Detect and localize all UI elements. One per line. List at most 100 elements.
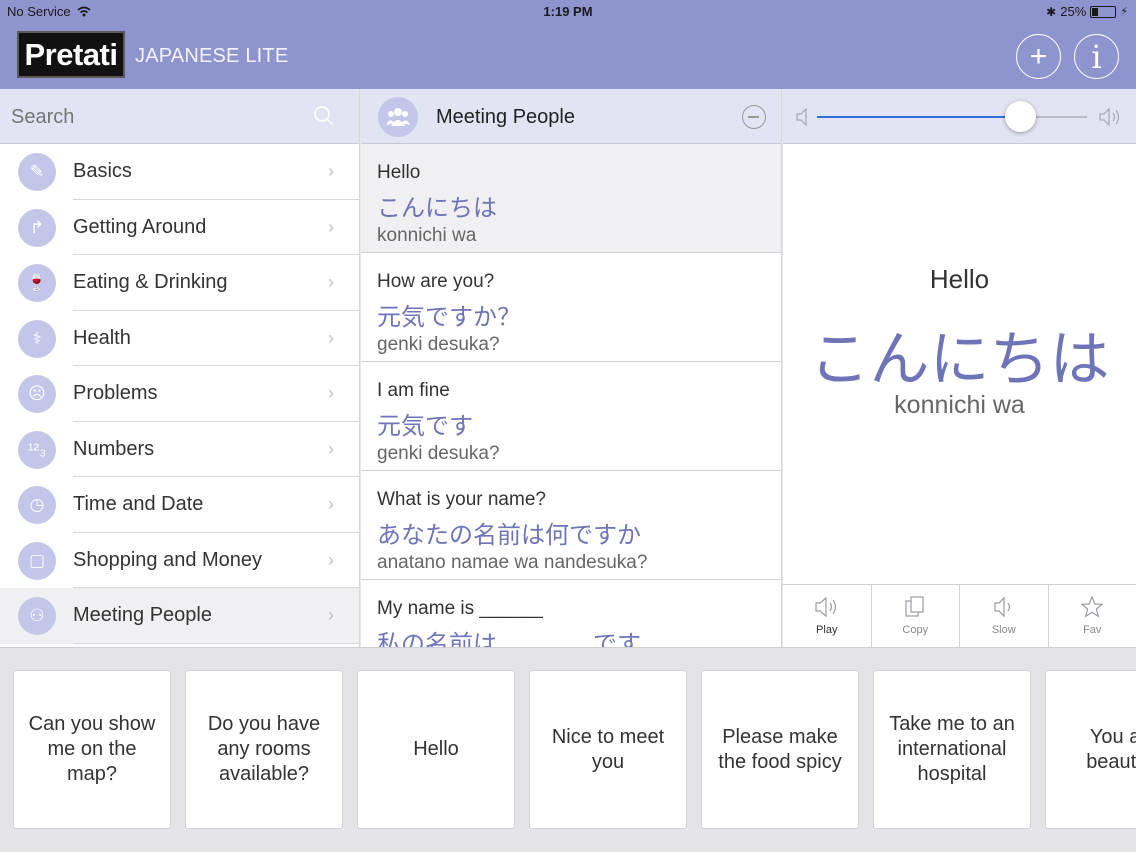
- volume-slider[interactable]: [817, 101, 1087, 132]
- action-label: Copy: [902, 624, 929, 636]
- chevron-right-icon: ›: [328, 383, 334, 403]
- action-label: Fav: [1083, 624, 1102, 636]
- speaker-icon: [815, 594, 839, 620]
- phrase-english: Hello: [377, 162, 421, 183]
- search-bar: [0, 89, 359, 144]
- chevron-right-icon: ›: [328, 216, 334, 237]
- play-button[interactable]: Play: [783, 585, 872, 647]
- detail-english: Hello: [929, 264, 990, 294]
- charging-icon: ⚡: [1120, 6, 1128, 18]
- phrase-tile[interactable]: Take me to an international hospital: [873, 670, 1031, 829]
- search-icon[interactable]: [313, 105, 335, 127]
- chevron-right-icon: ›: [328, 161, 334, 181]
- phrase-item[interactable]: I am fine 元気です genki desuka?: [361, 362, 781, 471]
- phrase-english: I am fine: [377, 380, 450, 401]
- phrase-english: My name is ______: [377, 598, 543, 619]
- category-item[interactable]: ▢ Shopping and Money ›: [0, 533, 359, 588]
- speaker-slow-icon: [993, 594, 1015, 620]
- detail-japanese: こんにちは: [809, 325, 1110, 395]
- category-label: Time and Date: [73, 493, 204, 516]
- volume-low-icon: [796, 108, 807, 126]
- divider: [73, 642, 359, 644]
- chevron-right-icon: ›: [328, 494, 334, 514]
- phrase-list-panel: Meeting People Hello こんにちは konnichi wa How …: [361, 89, 782, 647]
- favorites-tray: Can you show me on the map? Do you have a…: [0, 647, 1136, 852]
- phrase-japanese: あなたの名前は何ですか: [377, 521, 641, 549]
- phrase-tile[interactable]: Can you show me on the map?: [13, 670, 171, 829]
- phrase-romaji: genki desuka?: [377, 443, 500, 464]
- stethoscope-icon: ⚕: [18, 319, 56, 358]
- phrase-list-title: Meeting People: [436, 106, 575, 128]
- volume-slider-knob[interactable]: [1004, 101, 1036, 132]
- clock: 1:19 PM: [543, 4, 593, 19]
- category-item[interactable]: ☹ Problems ›: [0, 366, 359, 422]
- copy-button[interactable]: Copy: [872, 585, 960, 647]
- volume-bar: [783, 89, 1136, 144]
- category-label: Numbers: [73, 437, 155, 460]
- search-input[interactable]: [11, 106, 291, 129]
- category-item[interactable]: ⚇ Meeting People ›: [0, 588, 359, 644]
- phrase-tile[interactable]: You are beautiful: [1045, 670, 1136, 829]
- volume-high-icon: [1099, 108, 1120, 126]
- chevron-right-icon: ›: [328, 272, 334, 292]
- pencil-icon: ✎: [18, 153, 56, 191]
- glass-icon: 🍷: [18, 264, 56, 302]
- phrase-english: What is your name?: [377, 489, 546, 510]
- shopping-bag-icon: ▢: [18, 541, 56, 580]
- battery-percent: 25%: [1060, 4, 1087, 19]
- clock-calendar-icon: ◷: [18, 486, 56, 524]
- phrase-item[interactable]: My name is ______ 私の名前は＿＿＿＿です: [361, 580, 781, 647]
- phrase-japanese: こんにちは: [377, 194, 497, 222]
- info-button[interactable]: i: [1074, 34, 1119, 79]
- phrase-tile[interactable]: Nice to meet you: [529, 670, 687, 829]
- volume-slider-fill: [817, 116, 1020, 118]
- category-label: Getting Around: [73, 215, 207, 238]
- phrase-japanese: 元気です: [377, 412, 473, 440]
- phrase-items: Hello こんにちは konnichi wa How are you? 元気ですか？ g…: [361, 144, 781, 647]
- phrase-tile[interactable]: Hello: [357, 670, 515, 829]
- numbers-icon: ¹²₃: [18, 430, 56, 469]
- sad-face-icon: ☹: [18, 375, 56, 413]
- category-label: Health: [73, 326, 131, 349]
- phrase-detail-panel: Hello こんにちは konnichi wa Play Copy Slow Fav: [783, 89, 1136, 647]
- action-label: Play: [816, 624, 838, 636]
- chevron-right-icon: ›: [328, 327, 334, 348]
- app-subtitle: JAPANESE LITE: [135, 45, 289, 67]
- category-sidebar: ✎ Basics › ↱ Getting Around › 🍷 Eating & Drinki…: [0, 89, 360, 647]
- phrase-item[interactable]: What is your name? あなたの名前は何ですか anatano nam…: [361, 471, 781, 580]
- phrase-tile[interactable]: Please make the food spicy: [701, 670, 859, 829]
- phrase-item[interactable]: Hello こんにちは konnichi wa: [361, 144, 781, 253]
- chevron-right-icon: ›: [328, 438, 334, 459]
- bluetooth-icon: ✱: [1046, 4, 1057, 19]
- category-item[interactable]: 🍷 Eating & Drinking ›: [0, 255, 359, 311]
- action-label: Slow: [991, 624, 1016, 636]
- category-item[interactable]: ◷ Time and Date ›: [0, 477, 359, 533]
- people-icon: ⚇: [18, 597, 56, 635]
- app-logo: Pretati: [17, 31, 125, 78]
- phrase-japanese: 元気ですか？: [377, 303, 521, 331]
- category-label: Basics: [73, 160, 132, 183]
- add-button[interactable]: +: [1016, 34, 1061, 79]
- category-item[interactable]: ✎ Basics ›: [0, 144, 359, 200]
- turn-arrow-icon: ↱: [18, 208, 56, 247]
- slow-button[interactable]: Slow: [960, 585, 1049, 647]
- phrase-romaji: konnichi wa: [377, 225, 477, 246]
- category-item[interactable]: ¹²₃ Numbers ›: [0, 422, 359, 477]
- collapse-button[interactable]: [742, 105, 766, 129]
- phrase-list-header: Meeting People: [361, 89, 781, 144]
- phrase-tile[interactable]: Do you have any rooms available?: [185, 670, 343, 829]
- people-icon: [378, 97, 418, 137]
- category-item[interactable]: ↱ Getting Around ›: [0, 200, 359, 255]
- detail-romaji: konnichi wa: [894, 391, 1025, 419]
- category-item[interactable]: ⚕ Health ›: [0, 311, 359, 366]
- battery-status: ✱ 25% ⚡: [1046, 4, 1128, 19]
- phrase-japanese: 私の名前は＿＿＿＿です: [377, 630, 641, 647]
- copy-icon: [904, 594, 926, 620]
- phrase-romaji: genki desuka?: [377, 334, 500, 355]
- category-label: Shopping and Money: [73, 548, 263, 571]
- fav-button[interactable]: Fav: [1049, 585, 1136, 647]
- phrase-item[interactable]: How are you? 元気ですか？ genki desuka?: [361, 253, 781, 362]
- app-header: No Service 1:19 PM ✱ 25% ⚡ Pretati JAPAN…: [0, 0, 1136, 89]
- category-list: ✎ Basics › ↱ Getting Around › 🍷 Eating & Drinki…: [0, 144, 359, 644]
- category-label: Problems: [73, 382, 158, 405]
